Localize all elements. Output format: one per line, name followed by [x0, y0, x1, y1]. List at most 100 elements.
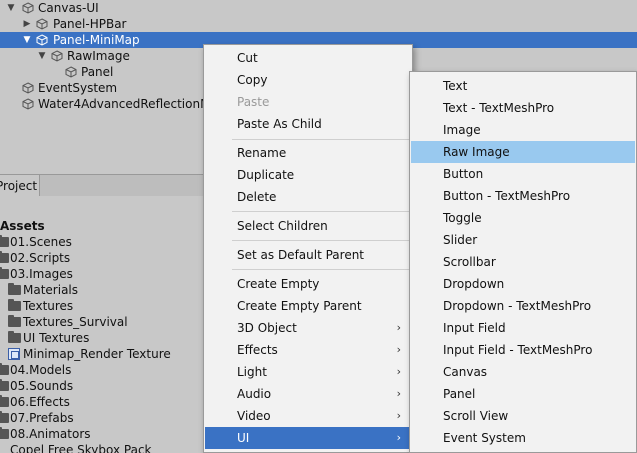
menu-item-3d-object[interactable]: 3D Object › [205, 317, 411, 339]
hierarchy-item-label: Panel-MiniMap [53, 33, 140, 47]
foldout-arrow-icon[interactable]: ▼ [37, 48, 47, 64]
submenu-item-dropdown[interactable]: Dropdown [411, 273, 635, 295]
menu-item-select-children[interactable]: Select Children [205, 215, 411, 237]
gameobject-cube-icon [22, 2, 34, 14]
menu-item-create-empty-parent[interactable]: Create Empty Parent [205, 295, 411, 317]
tree-item-label: 07.Prefabs [10, 411, 74, 425]
hierarchy-item-label: Canvas-UI [38, 1, 99, 15]
hierarchy-item-label: Water4AdvancedReflectionM [38, 97, 211, 111]
hierarchy-item-label: Panel-HPBar [53, 17, 127, 31]
tree-item-label: 03.Images [10, 267, 73, 281]
submenu-arrow-icon: › [396, 365, 401, 378]
gameobject-cube-icon [22, 98, 34, 110]
submenu-item-canvas[interactable]: Canvas [411, 361, 635, 383]
submenu-item-panel[interactable]: Panel [411, 383, 635, 405]
menu-item-label: Audio [237, 387, 272, 401]
folder-icon [0, 363, 9, 375]
tree-item-label: Minimap_Render Texture [23, 347, 171, 361]
submenu-item-scroll-view[interactable]: Scroll View [411, 405, 635, 427]
menu-item-rename[interactable]: Rename [205, 142, 411, 164]
menu-item-cut[interactable]: Cut [205, 47, 411, 69]
render-texture-icon [8, 348, 20, 360]
menu-separator [232, 240, 410, 241]
submenu-item-raw-image[interactable]: Raw Image [411, 141, 635, 163]
folder-icon [0, 379, 9, 391]
tree-item-label: Materials [23, 283, 79, 297]
gameobject-cube-icon [65, 66, 77, 78]
folder-icon [0, 411, 9, 423]
submenu-item-text[interactable]: Text [411, 75, 635, 97]
menu-item-video[interactable]: Video › [205, 405, 411, 427]
submenu-item-input-field[interactable]: Input Field [411, 317, 635, 339]
tree-item-label: Textures [23, 299, 74, 313]
menu-item-copy[interactable]: Copy [205, 69, 411, 91]
hierarchy-item-label: Panel [81, 65, 114, 79]
folder-open-icon [0, 267, 9, 279]
hierarchy-item-panel-hpbar[interactable]: ▶ Panel-HPBar [0, 16, 637, 32]
tree-item-label: Copel Free Skybox Pack [10, 443, 152, 453]
foldout-arrow-icon[interactable]: ▼ [22, 32, 32, 48]
tree-item-label: 02.Scripts [10, 251, 71, 265]
tree-item-label: Textures_Survival [23, 315, 128, 329]
submenu-item-slider[interactable]: Slider [411, 229, 635, 251]
menu-item-set-default-parent[interactable]: Set as Default Parent [205, 244, 411, 266]
folder-icon [8, 315, 21, 327]
menu-item-label: Light [237, 365, 267, 379]
submenu-item-text-textmeshpro[interactable]: Text - TextMeshPro [411, 97, 635, 119]
gameobject-cube-icon [51, 50, 63, 62]
hierarchy-item-label: RawImage [67, 49, 130, 63]
menu-separator [232, 269, 410, 270]
folder-icon [0, 251, 9, 263]
submenu-item-event-system[interactable]: Event System [411, 427, 635, 449]
menu-item-paste: Paste [237, 95, 270, 109]
submenu-item-dropdown-textmeshpro[interactable]: Dropdown - TextMeshPro [411, 295, 635, 317]
submenu-item-input-field-textmeshpro[interactable]: Input Field - TextMeshPro [411, 339, 635, 361]
tree-item-label: 08.Animators [10, 427, 91, 441]
tab-project-label: Project [0, 179, 38, 193]
menu-item-label: 3D Object [237, 321, 297, 335]
hierarchy-item-canvas-ui[interactable]: ▼ Canvas-UI [0, 0, 637, 16]
folder-icon [0, 427, 9, 439]
menu-item-delete[interactable]: Delete [205, 186, 411, 208]
menu-item-create-empty[interactable]: Create Empty [205, 273, 411, 295]
hierarchy-item-label: EventSystem [38, 81, 118, 95]
submenu-item-button-textmeshpro[interactable]: Button - TextMeshPro [411, 185, 635, 207]
menu-item-audio[interactable]: Audio › [205, 383, 411, 405]
gameobject-cube-icon [36, 34, 48, 46]
tree-item-label: 06.Effects [10, 395, 70, 409]
submenu-arrow-icon: › [396, 431, 401, 444]
tree-item-label: UI Textures [23, 331, 90, 345]
tree-item-label: 04.Models [10, 363, 72, 377]
folder-icon [0, 235, 9, 247]
menu-item-paste-as-child[interactable]: Paste As Child [205, 113, 411, 135]
submenu-item-image[interactable]: Image [411, 119, 635, 141]
tab-project[interactable]: Project [0, 175, 40, 197]
submenu-item-toggle[interactable]: Toggle [411, 207, 635, 229]
menu-separator [232, 139, 410, 140]
submenu-arrow-icon: › [396, 321, 401, 334]
menu-item-label: Video [237, 409, 271, 423]
tree-item-label: 01.Scenes [10, 235, 72, 249]
context-menu: Cut Copy Paste Paste As Child Rename Dup… [203, 44, 413, 453]
gameobject-cube-icon [22, 82, 34, 94]
menu-item-duplicate[interactable]: Duplicate [205, 164, 411, 186]
menu-item-light[interactable]: Light › [205, 361, 411, 383]
submenu-arrow-icon: › [396, 409, 401, 422]
menu-item-ui[interactable]: UI › [205, 427, 411, 449]
foldout-arrow-icon[interactable]: ▼ [6, 0, 16, 16]
folder-icon [8, 331, 21, 343]
folder-icon [8, 299, 21, 311]
submenu-arrow-icon: › [396, 387, 401, 400]
foldout-arrow-icon[interactable]: ▶ [22, 16, 32, 32]
submenu-item-button[interactable]: Button [411, 163, 635, 185]
ui-submenu: Text Text - TextMeshPro Image Raw Image … [409, 71, 637, 453]
submenu-item-scrollbar[interactable]: Scrollbar [411, 251, 635, 273]
menu-item-label: UI [237, 431, 250, 445]
menu-item-effects[interactable]: Effects › [205, 339, 411, 361]
menu-item-label: Effects [237, 343, 278, 357]
folder-icon [8, 283, 21, 295]
submenu-arrow-icon: › [396, 343, 401, 356]
gameobject-cube-icon [36, 18, 48, 30]
folder-icon [0, 395, 9, 407]
menu-separator [232, 211, 410, 212]
